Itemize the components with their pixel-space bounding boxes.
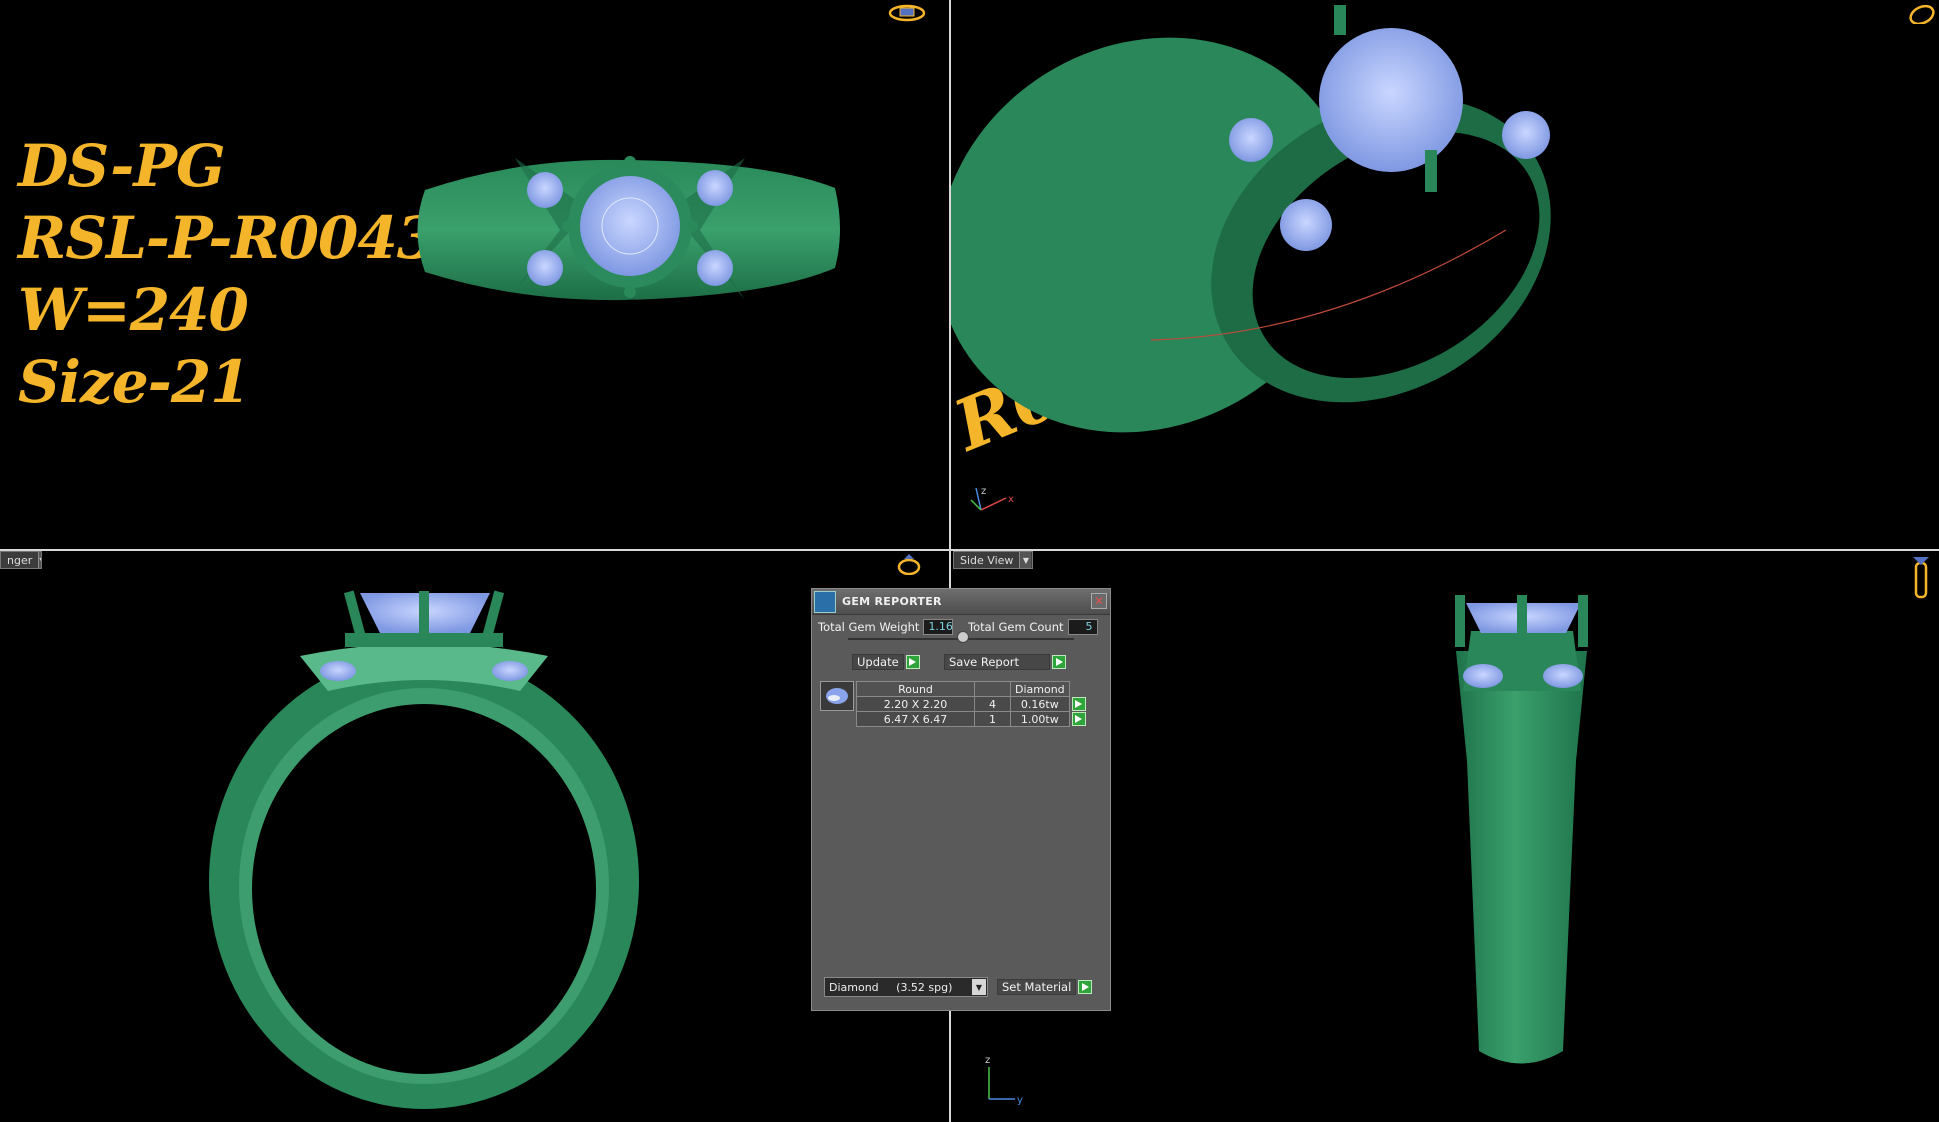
ring-perspective-view: z x <box>951 5 1551 511</box>
table-header-count <box>974 681 1011 697</box>
axis-z-label: z <box>985 1055 990 1066</box>
update-button-label: Update <box>852 654 904 670</box>
table-header-shape: Round <box>856 681 975 697</box>
ring-side-icon[interactable] <box>1909 555 1933 599</box>
ring-top-view <box>417 156 840 301</box>
total-weight-value: 1.16 <box>923 619 954 635</box>
total-count-value: 5 <box>1067 619 1098 635</box>
total-count-label: Total Gem Count <box>968 620 1064 634</box>
table-row[interactable]: 2.20 X 2.20 4 0.16tw <box>856 696 1087 712</box>
viewport-top-right[interactable]: R0043 z x <box>951 0 1939 549</box>
ring-front-view <box>209 590 639 1109</box>
set-material-button-label: Set Material <box>997 979 1077 995</box>
gem-count-cell: 1 <box>974 711 1011 727</box>
gem-reporter-panel[interactable]: GEM REPORTER ✕ Total Gem Weight 1.16 Tot… <box>811 588 1111 1011</box>
gem-count-cell: 4 <box>974 696 1011 712</box>
axis-z-label: z <box>981 486 986 497</box>
axis-x-label: x <box>1008 494 1014 505</box>
play-arrow-icon <box>1052 655 1066 669</box>
table-header-material: Diamond <box>1010 681 1070 697</box>
gem-size-cell: 2.20 X 2.20 <box>856 696 975 712</box>
select-row-button[interactable] <box>1071 712 1086 726</box>
panel-slider-handle[interactable] <box>957 631 969 643</box>
viewport-divider-horizontal[interactable] <box>0 549 1939 551</box>
close-icon[interactable]: ✕ <box>1091 593 1107 609</box>
gem-weight-cell: 1.00tw <box>1010 711 1070 727</box>
update-button[interactable]: Update <box>852 653 920 671</box>
gem-weight-cell: 0.16tw <box>1010 696 1070 712</box>
table-row[interactable]: 6.47 X 6.47 1 1.00tw <box>856 711 1087 727</box>
play-arrow-icon <box>1078 980 1093 994</box>
save-report-button[interactable]: Save Report <box>944 653 1066 671</box>
panel-title: GEM REPORTER <box>842 595 942 608</box>
gem-thumbnail[interactable] <box>820 681 854 711</box>
total-weight-row: Total Gem Weight 1.16 <box>818 619 954 635</box>
axis-gizmo: z y <box>985 1055 1023 1106</box>
material-select-value: Diamond (3.52 spg) <box>829 980 953 994</box>
axis-y-label: y <box>1017 1095 1023 1106</box>
gem-table-header: Round Diamond <box>856 681 1087 697</box>
center-gem <box>1319 28 1463 172</box>
app-logo-icon <box>814 590 836 613</box>
select-row-button[interactable] <box>1071 697 1086 711</box>
viewport-top-left[interactable]: DS-PG RSL-P-R0043 W=240 Size-21 <box>0 0 949 549</box>
gem-size-cell: 6.47 X 6.47 <box>856 711 975 727</box>
material-select[interactable]: Diamond (3.52 spg) ▼ <box>824 977 988 997</box>
chevron-down-icon: ▼ <box>972 979 986 995</box>
axis-gizmo: z x <box>970 486 1014 511</box>
round-gem-icon <box>826 688 848 704</box>
total-weight-label: Total Gem Weight <box>818 620 920 634</box>
set-material-button[interactable]: Set Material <box>997 978 1093 996</box>
ring-perspective-icon[interactable] <box>1903 2 1939 24</box>
gem-table: Round Diamond 2.20 X 2.20 4 0.16tw 6.47 … <box>856 681 1087 727</box>
save-report-button-label: Save Report <box>944 654 1050 670</box>
center-gem <box>580 176 680 276</box>
gem-reporter-titlebar[interactable]: GEM REPORTER ✕ <box>812 589 1110 615</box>
play-arrow-icon <box>905 655 920 669</box>
viewport-bottom-left[interactable]: nger ▼ <box>0 551 949 1122</box>
ring-front-icon[interactable] <box>890 553 928 575</box>
total-count-row: Total Gem Count 5 <box>968 619 1098 635</box>
ring-view-icon[interactable] <box>888 2 926 24</box>
